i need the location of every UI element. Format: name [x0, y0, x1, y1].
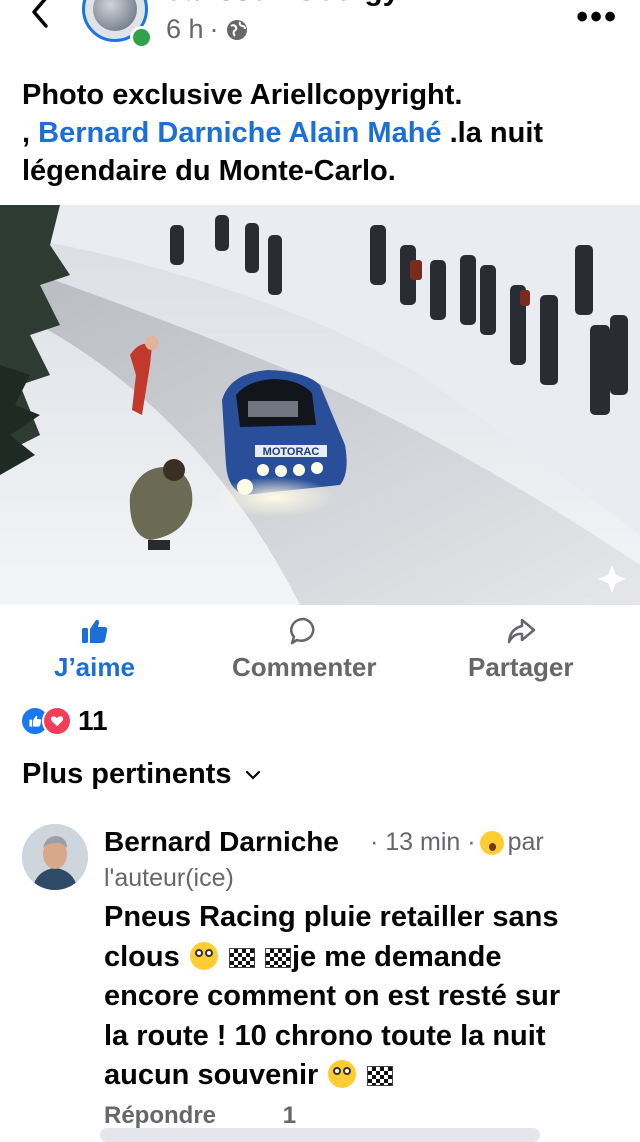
online-status-dot	[130, 26, 153, 49]
comment-line-2-a: clous	[104, 940, 188, 973]
reactions-summary[interactable]: 11	[20, 705, 108, 737]
share-button[interactable]: Partager	[468, 616, 574, 683]
meta-separator: ·	[209, 14, 219, 44]
reaction-count: 11	[78, 705, 108, 736]
love-reaction-icon	[42, 706, 72, 736]
post-line-2: , Bernard Darniche Alain Mahé .la nuit	[22, 114, 622, 152]
comment-author-badge: l'auteur(ice)	[104, 864, 234, 892]
checkered-flag-icon	[367, 1066, 394, 1086]
comment-body: Pneus Racing pluie retailler sans clous …	[104, 898, 624, 1096]
surprised-emoji-icon	[479, 830, 504, 855]
comment-composer-bar[interactable]	[100, 1128, 540, 1142]
post-line-3: légendaire du Monte-Carlo.	[22, 155, 396, 187]
comment-button[interactable]: Commenter	[232, 616, 376, 683]
post-author-name[interactable]: Janssen Georgy	[166, 0, 399, 8]
commenter-avatar[interactable]	[22, 824, 88, 890]
comment-author-name[interactable]: Bernard Darniche	[104, 826, 339, 858]
comment-time: · 13 min ·	[370, 828, 476, 856]
comment-meta: · 13 min · par	[370, 828, 544, 857]
comment-bubble-icon	[290, 617, 315, 645]
post-line-2-suffix: .la nuit	[441, 117, 544, 149]
comment-by-label: par	[507, 828, 544, 856]
comment-sort-dropdown[interactable]: Plus pertinents	[22, 758, 262, 791]
share-label: Partager	[468, 652, 574, 682]
comment-line-2: clous je me demande	[104, 938, 624, 978]
mention-bernard-darniche[interactable]: Bernard Darniche	[38, 117, 281, 149]
post-line-1: Photo exclusive Ariellcopyright.	[22, 79, 463, 111]
post-text: Photo exclusive Ariellcopyright. , Berna…	[22, 76, 622, 190]
like-label: J’aime	[54, 652, 135, 682]
flushed-emoji-icon	[189, 941, 218, 970]
comment-reaction-count: 1	[282, 1102, 297, 1129]
back-arrow-icon[interactable]	[26, 0, 56, 34]
comment-line-5: aucun souvenir	[104, 1056, 624, 1096]
share-arrow-icon	[507, 618, 535, 644]
car-sponsor-text: MOTORAC	[263, 446, 320, 458]
more-options-button[interactable]: •••	[576, 0, 618, 37]
checkered-flag-icon	[264, 947, 291, 968]
chevron-down-icon	[245, 770, 260, 780]
thumbs-up-icon	[82, 619, 108, 643]
like-button[interactable]: J’aime	[54, 616, 135, 683]
post-time[interactable]: 6 h	[166, 14, 204, 45]
post-photo[interactable]: MOTORAC	[0, 205, 640, 605]
comment-line-3: encore comment on est resté sur	[104, 980, 561, 1012]
flushed-emoji-icon	[328, 1060, 357, 1088]
comment-line-1: Pneus Racing pluie retailler sans	[104, 901, 559, 933]
post-line-2-prefix: ,	[22, 117, 39, 149]
checkered-flag-icon	[228, 947, 255, 968]
sort-label: Plus pertinents	[22, 758, 232, 790]
comment-line-4: la route ! 10 chrono toute la nuit	[104, 1019, 546, 1052]
mention-alain-mahe[interactable]: Alain Mahé	[288, 117, 441, 149]
comment-line-2-b: je me demande	[291, 940, 502, 973]
comment-label: Commenter	[232, 652, 377, 682]
globe-icon	[226, 19, 247, 40]
post-meta: 6 h ·	[166, 14, 249, 45]
comment-actions: Répondre 1	[104, 1102, 296, 1130]
reply-button[interactable]: Répondre	[104, 1102, 216, 1129]
comment-line-5-text: aucun souvenir	[104, 1059, 327, 1091]
